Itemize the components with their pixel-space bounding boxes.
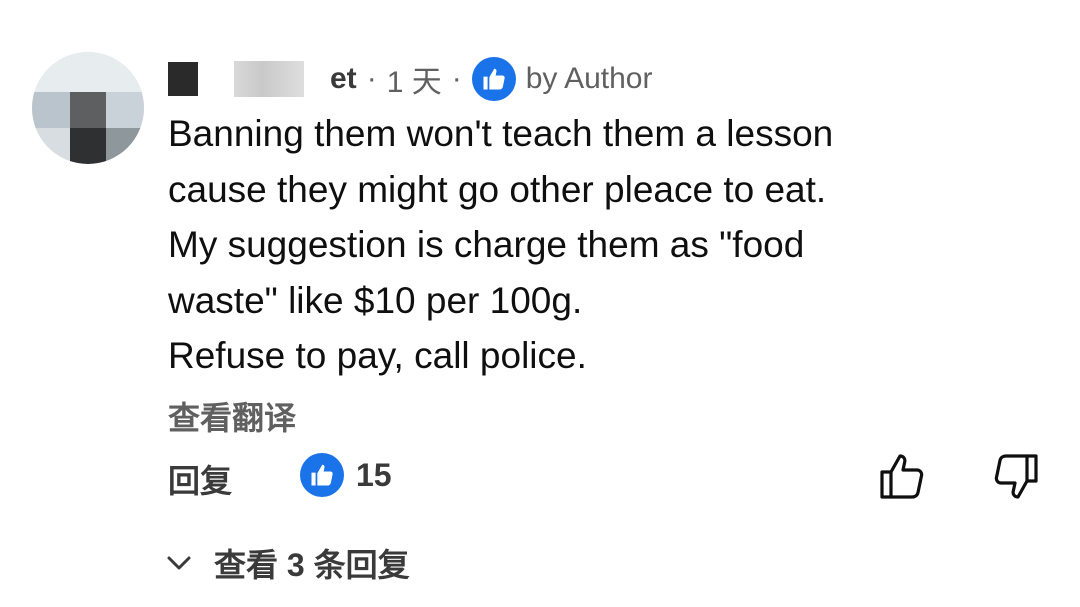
separator-dot: · bbox=[451, 62, 462, 95]
like-count: 15 bbox=[356, 456, 392, 493]
author-name-redacted-part bbox=[234, 61, 304, 97]
comment-line: Refuse to pay, call police. bbox=[168, 335, 587, 376]
separator-dot: · bbox=[366, 62, 377, 95]
thumbs-down-outline-icon bbox=[994, 454, 1038, 499]
thumbs-up-filled-icon bbox=[300, 453, 344, 497]
dislike-button[interactable] bbox=[990, 452, 1040, 504]
translate-link[interactable]: 查看翻译 bbox=[168, 393, 296, 439]
thumbs-up-filled-icon bbox=[471, 57, 516, 101]
author-name[interactable]: et bbox=[330, 62, 357, 96]
comment-actions: 回复 15 bbox=[168, 450, 1048, 502]
comment-line: My suggestion is charge them as "food bbox=[168, 224, 805, 265]
comment-text: Banning them won't teach them a lesson c… bbox=[168, 106, 1048, 384]
comment-line: cause they might go other pleace to eat. bbox=[168, 168, 827, 210]
chevron-down-icon bbox=[167, 556, 191, 570]
author-heart-label: by Author bbox=[525, 62, 653, 95]
reply-button[interactable]: 回复 bbox=[168, 456, 232, 502]
comment-line: Banning them won't teach them a lesson bbox=[168, 113, 834, 154]
avatar[interactable] bbox=[32, 52, 144, 164]
comment-time[interactable]: 1 天 bbox=[387, 57, 442, 101]
view-replies-label: 查看 3 条回复 bbox=[214, 547, 410, 583]
view-replies-button[interactable]: 查看 3 条回复 bbox=[166, 540, 410, 586]
author-name-redacted-part bbox=[168, 62, 198, 96]
comment-header: et · 1 天 · by Author bbox=[168, 56, 652, 102]
like-count-group: 15 bbox=[300, 453, 392, 497]
comment-line: waste" like $10 per 100g. bbox=[168, 279, 583, 321]
like-button[interactable] bbox=[878, 450, 928, 502]
thumbs-up-outline-icon bbox=[880, 454, 924, 499]
